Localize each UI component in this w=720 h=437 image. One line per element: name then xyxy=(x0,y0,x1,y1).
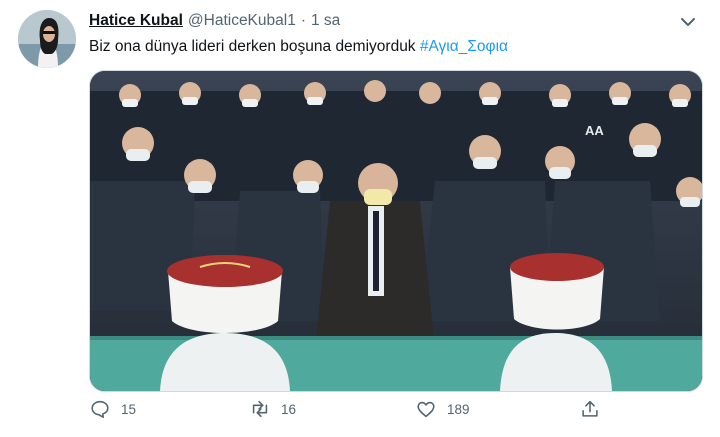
tweet-header: Hatice Kubal @HaticeKubal1 · 1 sa xyxy=(89,12,340,30)
timestamp[interactable]: 1 sa xyxy=(311,12,340,29)
share-button[interactable] xyxy=(579,398,611,420)
chevron-down-icon[interactable] xyxy=(676,10,700,34)
tweet-text: Biz ona dünya lideri derken boşuna demiy… xyxy=(89,38,508,56)
retweet-button[interactable]: 16 xyxy=(249,398,296,420)
separator-dot: · xyxy=(300,12,306,29)
tweet-actions: 15 16 189 xyxy=(89,398,609,428)
share-icon xyxy=(582,400,598,417)
reply-button[interactable]: 15 xyxy=(89,398,136,420)
like-button[interactable]: 189 xyxy=(415,398,470,420)
media-photo: AA xyxy=(90,71,702,391)
reply-count: 15 xyxy=(121,401,137,417)
like-count: 189 xyxy=(447,401,470,417)
reply-icon xyxy=(91,400,109,419)
avatar-image xyxy=(18,10,76,68)
display-name[interactable]: Hatice Kubal xyxy=(89,12,183,29)
tweet: Hatice Kubal @HaticeKubal1 · 1 sa Biz ona d… xyxy=(0,0,720,437)
media-watermark: AA xyxy=(585,123,604,138)
retweet-count: 16 xyxy=(281,401,297,417)
tweet-body: Biz ona dünya lideri derken boşuna demiy… xyxy=(89,38,416,55)
avatar[interactable] xyxy=(18,10,76,68)
tweet-media[interactable]: AA xyxy=(89,70,703,392)
user-handle[interactable]: @HaticeKubal1 xyxy=(188,12,296,29)
like-icon xyxy=(417,401,435,418)
retweet-icon xyxy=(252,400,268,418)
hashtag-link[interactable]: #Αγια_Σοφια xyxy=(420,38,508,55)
